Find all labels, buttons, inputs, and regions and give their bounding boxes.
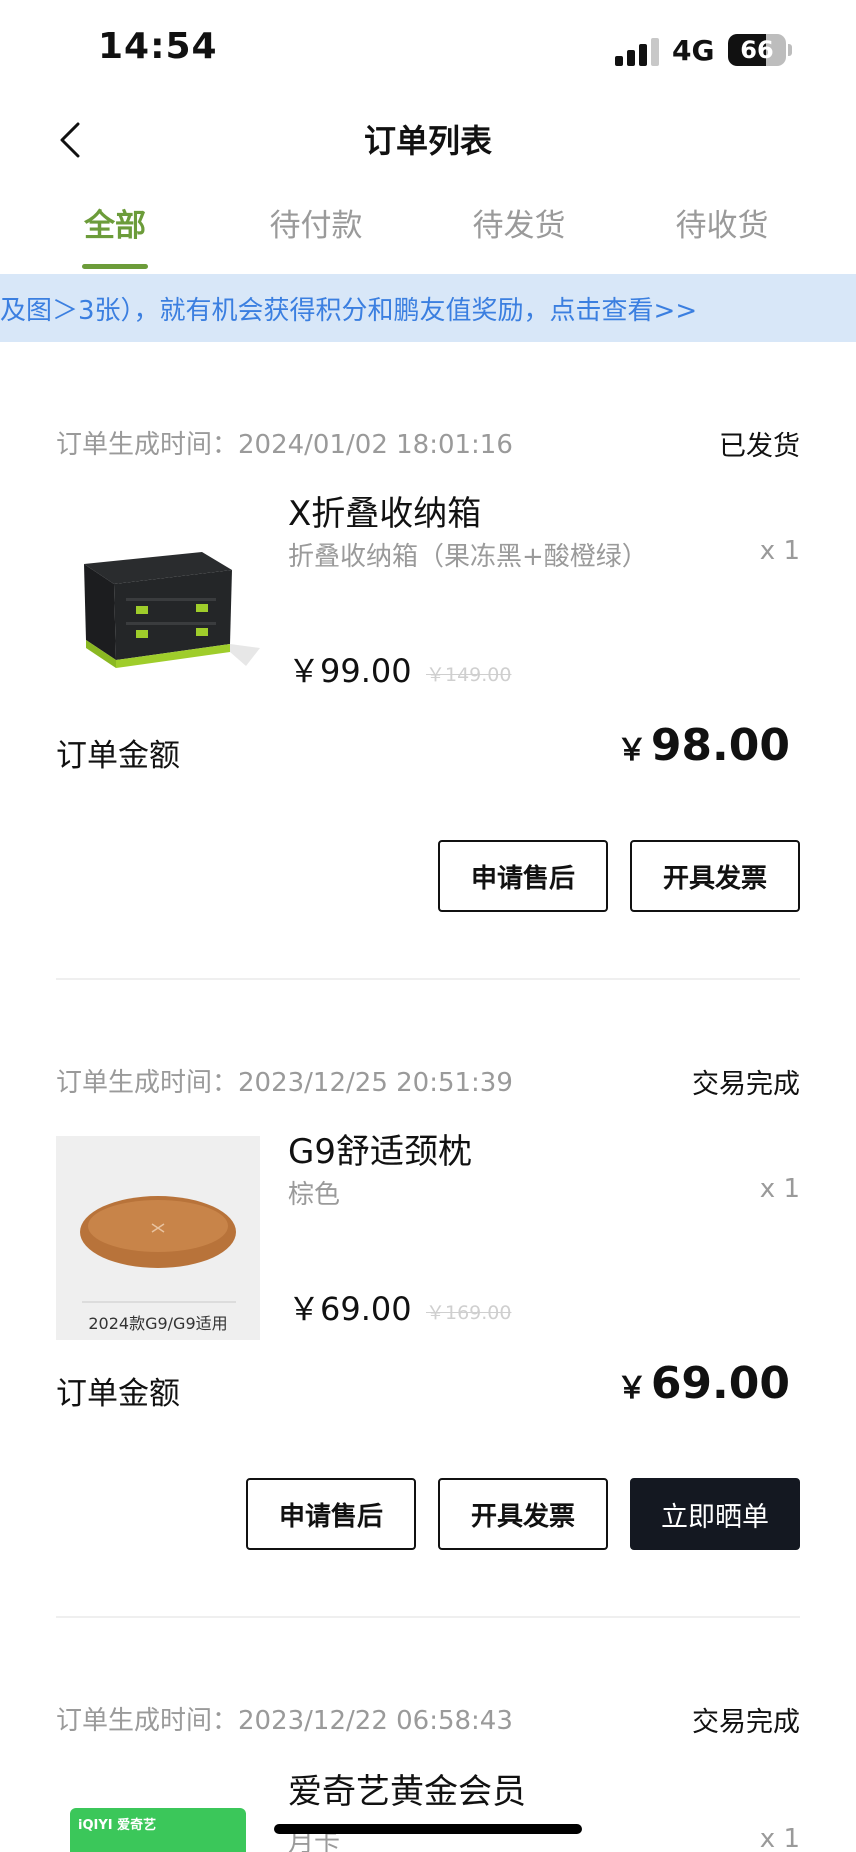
- battery-icon: 66: [728, 34, 786, 66]
- product-spec: 棕色: [288, 1180, 341, 1210]
- order-time: 订单生成时间：2023/12/25 20:51:39: [56, 1068, 513, 1098]
- product-image[interactable]: iQIYI 爱奇艺: [70, 1808, 246, 1852]
- issue-invoice-button[interactable]: 开具发票: [438, 1478, 608, 1550]
- home-indicator[interactable]: [274, 1824, 582, 1834]
- product-qty: x 1: [759, 1824, 800, 1852]
- after-sales-button[interactable]: 申请售后: [246, 1478, 416, 1550]
- review-reward-banner[interactable]: 及图＞3张），就有机会获得积分和鹏友值奖励，点击查看>>: [0, 274, 856, 342]
- network-label: 4G: [672, 34, 715, 67]
- battery-tip: [788, 44, 792, 56]
- product-qty: x 1: [759, 1174, 800, 1204]
- product-original-price: ￥149.00: [426, 664, 512, 686]
- issue-invoice-button[interactable]: 开具发票: [630, 840, 800, 912]
- order-card[interactable]: 订单生成时间：2024/01/02 18:01:16 已发货 X折叠收纳箱 折叠…: [56, 424, 800, 924]
- order-status: 交易完成: [692, 1069, 800, 1100]
- product-name: G9舒适颈枕: [288, 1132, 472, 1172]
- order-status: 交易完成: [692, 1707, 800, 1738]
- order-amount: ￥69.00: [617, 1358, 790, 1409]
- product-price: ￥69.00: [288, 1290, 412, 1328]
- product-spec: 折叠收纳箱（果冻黑+酸橙绿）: [288, 542, 648, 572]
- product-name: 爱奇艺黄金会员: [288, 1772, 526, 1812]
- order-actions: 申请售后 开具发票: [438, 840, 800, 912]
- product-image[interactable]: 2024款G9/G9适用: [56, 1136, 260, 1340]
- order-actions: 申请售后 开具发票 立即晒单: [246, 1478, 800, 1550]
- order-card[interactable]: 订单生成时间：2023/12/25 20:51:39 交易完成 2024款G9/…: [56, 1062, 800, 1562]
- order-time: 订单生成时间：2023/12/22 06:58:43: [56, 1706, 513, 1736]
- tab-all[interactable]: 全部: [35, 200, 195, 245]
- order-amount: ￥98.00: [617, 720, 790, 771]
- product-qty: x 1: [759, 536, 800, 566]
- page-title: 订单列表: [363, 122, 492, 160]
- storage-box-image: [84, 552, 260, 668]
- tab-pending-receipt[interactable]: 待收货: [642, 200, 802, 245]
- product-name: X折叠收纳箱: [288, 494, 482, 534]
- tab-active-indicator: [82, 264, 148, 269]
- order-amount-label: 订单金额: [56, 1376, 180, 1412]
- product-image-caption: 2024款G9/G9适用: [88, 1314, 228, 1333]
- currency-symbol: ￥: [616, 1371, 647, 1406]
- currency-symbol: ￥: [616, 733, 647, 768]
- post-review-button[interactable]: 立即晒单: [630, 1478, 800, 1550]
- after-sales-button[interactable]: 申请售后: [438, 840, 608, 912]
- product-price: ￥99.00: [288, 652, 412, 690]
- order-amount-value: 98.00: [650, 720, 790, 771]
- tab-pending-shipment[interactable]: 待发货: [439, 200, 599, 245]
- order-amount-label: 订单金额: [56, 738, 180, 774]
- order-time: 订单生成时间：2024/01/02 18:01:16: [56, 430, 513, 460]
- status-time: 14:54: [98, 26, 218, 67]
- battery-percent: 66: [740, 36, 774, 64]
- status-bar: 14:54 4G 66: [0, 0, 856, 100]
- banner-text: 及图＞3张），就有机会获得积分和鹏友值奖励，点击查看>>: [0, 296, 698, 326]
- product-image[interactable]: [56, 498, 260, 702]
- order-status: 已发货: [719, 431, 800, 462]
- order-divider: [56, 978, 800, 980]
- order-tabs: 全部 待付款 待发货 待收货: [0, 200, 856, 272]
- signal-icon: [615, 36, 661, 66]
- order-divider: [56, 1616, 800, 1618]
- tab-pending-payment[interactable]: 待付款: [236, 200, 396, 245]
- iqiyi-logo: iQIYI 爱奇艺: [78, 1818, 157, 1833]
- order-amount-value: 69.00: [650, 1358, 790, 1409]
- product-original-price: ￥169.00: [426, 1302, 512, 1324]
